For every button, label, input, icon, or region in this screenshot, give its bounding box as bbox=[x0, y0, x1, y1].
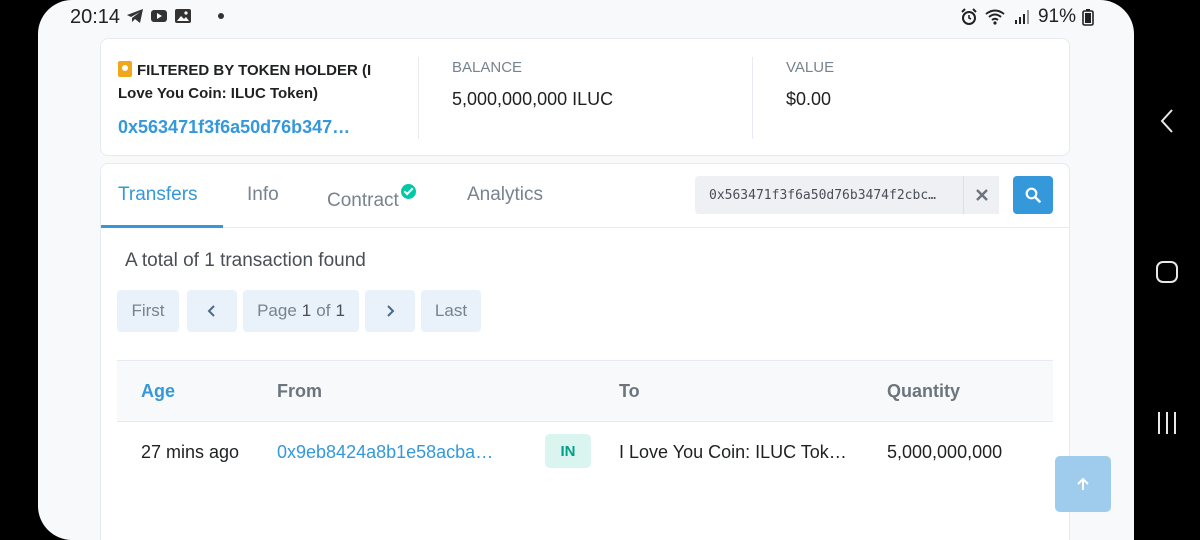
chevron-right-icon bbox=[387, 305, 395, 317]
search-icon bbox=[1025, 187, 1041, 203]
status-bar: 20:14 91% bbox=[38, 0, 1134, 34]
column-from: From bbox=[277, 381, 322, 401]
alarm-icon bbox=[961, 8, 977, 25]
clear-filter-button[interactable] bbox=[963, 176, 999, 214]
arrow-up-icon bbox=[1077, 477, 1089, 490]
clock: 20:14 bbox=[70, 6, 121, 28]
signal-icon bbox=[1014, 10, 1029, 24]
table-header: Age From To Quantity bbox=[117, 360, 1053, 422]
scroll-to-top-button[interactable] bbox=[1055, 456, 1111, 512]
verified-check-icon bbox=[400, 184, 416, 199]
row-quantity: 5,000,000,000 bbox=[887, 442, 1003, 462]
divider bbox=[752, 57, 753, 139]
column-quantity: Quantity bbox=[887, 381, 961, 401]
wifi-icon bbox=[985, 9, 1005, 25]
system-icons: 91% bbox=[960, 6, 1094, 28]
value-label: VALUE bbox=[786, 59, 835, 76]
row-from-address[interactable]: 0x9eb8424a8b1e58acba… bbox=[277, 442, 493, 463]
holder-address-link[interactable]: 0x563471f3f6a50d76b347… bbox=[118, 117, 380, 138]
gallery-icon bbox=[175, 9, 191, 23]
direction-badge: IN bbox=[545, 434, 591, 468]
balance-value: 5,000,000,000 ILUC bbox=[452, 89, 614, 109]
next-page-button[interactable] bbox=[365, 290, 415, 332]
close-icon bbox=[975, 189, 988, 201]
address-filter-input[interactable] bbox=[695, 176, 963, 214]
back-button[interactable] bbox=[1150, 104, 1184, 138]
holder-badge-icon bbox=[118, 61, 132, 77]
balance-block: BALANCE 5,000,000,000 ILUC bbox=[452, 59, 613, 110]
tab-info[interactable]: Info bbox=[247, 184, 279, 206]
active-tab-indicator bbox=[101, 225, 223, 228]
first-page-button[interactable]: First bbox=[117, 290, 179, 332]
home-button[interactable] bbox=[1150, 255, 1184, 289]
prev-page-button[interactable] bbox=[187, 290, 237, 332]
telegram-icon bbox=[127, 9, 143, 23]
tab-contract[interactable]: Contract bbox=[327, 184, 416, 212]
more-notifications-dot bbox=[218, 13, 224, 19]
value-block: VALUE $0.00 bbox=[786, 59, 834, 110]
column-to: To bbox=[619, 381, 640, 401]
divider bbox=[418, 57, 419, 139]
transfers-card: Transfers Info Contract Analytics A tota… bbox=[100, 163, 1070, 540]
page-indicator: Page 1 of 1 bbox=[243, 290, 359, 332]
row-to: I Love You Coin: ILUC Tok… bbox=[619, 442, 847, 462]
tab-contract-label: Contract bbox=[327, 190, 399, 211]
token-holder-card: FILTERED BY TOKEN HOLDER (I Love You Coi… bbox=[100, 38, 1070, 156]
holder-filter-title: FILTERED BY TOKEN HOLDER (I Love You Coi… bbox=[118, 62, 372, 102]
youtube-icon bbox=[151, 10, 167, 22]
value-amount: $0.00 bbox=[786, 89, 832, 109]
holder-info: FILTERED BY TOKEN HOLDER (I Love You Coi… bbox=[118, 59, 380, 138]
notification-icons bbox=[126, 8, 224, 24]
recent-apps-button[interactable] bbox=[1150, 406, 1184, 440]
phone-screen: 20:14 91% FILTERED BY TOKEN HOLDER (I Lo… bbox=[38, 0, 1134, 540]
navigation-bar bbox=[1134, 0, 1200, 540]
search-button[interactable] bbox=[1013, 176, 1053, 214]
recent-apps-icon bbox=[1158, 412, 1176, 434]
row-age: 27 mins ago bbox=[141, 442, 240, 462]
chevron-left-icon bbox=[207, 305, 215, 317]
battery-icon bbox=[1082, 9, 1094, 26]
home-icon bbox=[1156, 261, 1178, 283]
address-filter bbox=[695, 176, 999, 214]
back-icon bbox=[1160, 109, 1173, 133]
tab-bar: Transfers Info Contract Analytics bbox=[101, 164, 1069, 228]
tab-analytics[interactable]: Analytics bbox=[467, 184, 543, 206]
table-row: 27 mins ago 0x9eb8424a8b1e58acba… IN I L… bbox=[117, 422, 1053, 484]
battery-percent: 91% bbox=[1037, 6, 1076, 27]
column-age[interactable]: Age bbox=[141, 381, 175, 402]
tab-transfers[interactable]: Transfers bbox=[118, 184, 198, 206]
balance-label: BALANCE bbox=[452, 59, 523, 76]
last-page-button[interactable]: Last bbox=[421, 290, 481, 332]
transaction-count: A total of 1 transaction found bbox=[125, 250, 366, 271]
